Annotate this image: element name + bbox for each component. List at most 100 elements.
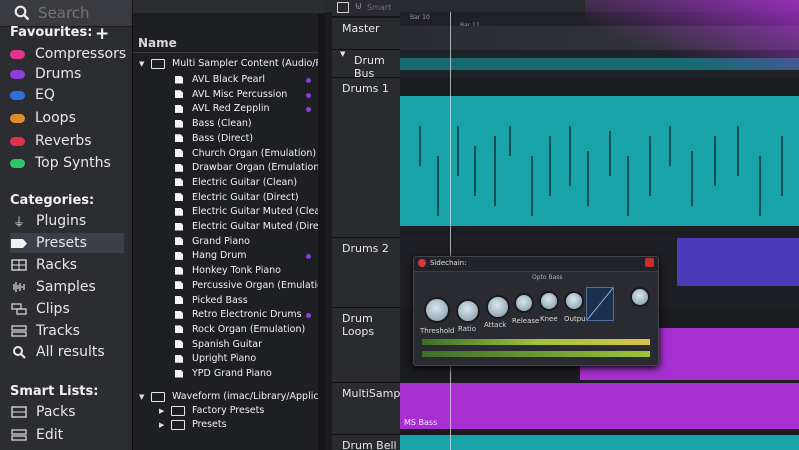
fav-loops[interactable]: Loops	[10, 110, 76, 126]
category-presets[interactable]: Presets	[10, 233, 124, 253]
preset-item[interactable]: Grand Piano	[175, 236, 250, 247]
release-knob[interactable]	[514, 293, 534, 313]
plugin-title-bar[interactable]: Sidechain:	[414, 257, 658, 272]
tree-root-folder[interactable]: ▼ Multi Sampler Content (Audio/P...	[139, 58, 329, 69]
preset-item[interactable]: Electric Guitar Muted (Clean)	[175, 206, 330, 217]
preset-item[interactable]: Upright Piano	[175, 353, 256, 364]
drums-1-lane[interactable]	[400, 78, 799, 239]
file-icon	[175, 296, 183, 304]
column-header-name[interactable]: Name	[133, 34, 326, 53]
folder-icon	[151, 391, 165, 402]
file-icon	[175, 266, 183, 275]
threshold-label: Threshold	[420, 327, 455, 335]
power-icon[interactable]	[418, 259, 426, 267]
color-tag-icon	[10, 113, 25, 123]
preset-item[interactable]: Spanish Guitar	[175, 339, 262, 350]
preset-item[interactable]: Honkey Tonk Piano	[175, 265, 281, 276]
file-icon	[175, 369, 183, 378]
preset-item[interactable]: Electric Guitar (Direct)	[175, 192, 299, 203]
drum-bus-lane[interactable]	[400, 50, 799, 79]
folder-icon	[171, 419, 185, 430]
preset-item[interactable]: Electric Guitar (Clean)	[175, 177, 297, 188]
multisampler-lane[interactable]: MS Bass	[400, 383, 799, 436]
preset-item[interactable]: Bass (Direct)	[175, 133, 253, 144]
smart-list-edit[interactable]: Edit	[10, 425, 124, 445]
track-multisampler[interactable]: MultiSampler	[332, 383, 415, 435]
file-icon	[175, 310, 183, 319]
output-meter	[422, 351, 650, 357]
transfer-curve-display	[586, 287, 614, 321]
preset-item[interactable]: Church Organ (Emulation)	[175, 148, 316, 159]
expand-down-icon: ▼	[139, 392, 145, 401]
preset-item[interactable]: YPD Grand Piano	[175, 368, 272, 379]
preset-item[interactable]: Rock Organ (Emulation)	[175, 324, 305, 335]
file-icon	[175, 104, 183, 113]
category-racks[interactable]: Racks	[10, 255, 124, 275]
track-drum-bus[interactable]: ▼ Drum Bus	[332, 50, 400, 80]
master-lane[interactable]	[400, 26, 799, 51]
favourites-title: Favourites:	[10, 25, 93, 40]
folder-icon	[151, 58, 165, 69]
tree-waveform-folder[interactable]: ▼ Waveform (imac/Library/Applica...	[139, 391, 333, 402]
preset-item[interactable]: Picked Bass	[175, 295, 248, 306]
file-icon	[175, 90, 183, 99]
favourite-dot-icon	[306, 107, 311, 113]
midi-clip[interactable]: MS Bass	[400, 383, 799, 429]
fav-eq[interactable]: EQ	[10, 87, 55, 103]
tracks-icon	[10, 324, 28, 338]
favourite-dot-icon	[306, 78, 311, 83]
tree-factory-presets-folder[interactable]: ▶ Factory Presets	[159, 405, 264, 416]
tree-presets-folder[interactable]: ▶ Presets	[159, 419, 227, 430]
ratio-knob[interactable]	[456, 299, 480, 323]
category-tracks[interactable]: Tracks	[10, 321, 124, 341]
preset-item[interactable]: Bass (Clean)	[175, 118, 252, 129]
attack-knob[interactable]	[486, 295, 510, 319]
snap-icon[interactable]: ⊍	[355, 1, 362, 12]
fav-top-synths[interactable]: Top Synths	[10, 155, 111, 171]
track-drums-1[interactable]: Drums 1	[332, 78, 400, 238]
output-knob[interactable]	[564, 291, 584, 311]
waveform-icon	[10, 280, 28, 294]
preset-item[interactable]: Drawbar Organ (Emulation)	[175, 162, 323, 173]
preset-item[interactable]: Percussive Organ (Emulation)	[175, 280, 333, 291]
favourite-dot-icon	[306, 254, 311, 260]
category-plugins[interactable]: ⏚ Plugins	[10, 211, 124, 231]
fav-reverbs[interactable]: Reverbs	[10, 133, 92, 149]
gain-knob[interactable]	[630, 287, 650, 307]
midi-clip[interactable]	[677, 238, 799, 286]
threshold-knob[interactable]	[424, 297, 450, 323]
window-icon[interactable]	[337, 2, 349, 13]
knee-knob[interactable]	[539, 291, 559, 311]
category-all-results[interactable]: All results	[10, 342, 124, 362]
track-drum-bell[interactable]: Drum Bell	[332, 435, 400, 450]
search-input[interactable]	[36, 3, 130, 23]
folder-icon	[171, 405, 185, 416]
category-clips[interactable]: Clips	[10, 299, 124, 319]
preset-item[interactable]: AVL Misc Percussion	[175, 89, 287, 100]
smart-list-packs[interactable]: Packs	[10, 402, 124, 422]
fav-compressors[interactable]: Compressors	[10, 46, 126, 62]
preset-selector[interactable]: Opto Bass	[532, 274, 563, 281]
timeline-ruler[interactable]: Bar 10 Bar 11	[400, 12, 799, 29]
track-drums-2[interactable]: Drums 2	[332, 238, 400, 308]
add-favourite-button[interactable]: +	[95, 26, 109, 43]
file-icon	[175, 222, 183, 231]
smart-toggle[interactable]: Smart	[367, 3, 391, 12]
fav-drums[interactable]: Drums	[10, 66, 81, 82]
preset-item[interactable]: Electric Guitar Muted (Direct)	[175, 221, 331, 232]
ratio-label: Ratio	[458, 325, 476, 333]
close-icon[interactable]	[645, 258, 654, 267]
preset-item[interactable]: Retro Electronic Drums	[175, 309, 302, 320]
playhead[interactable]	[450, 12, 451, 450]
color-tag-icon	[10, 49, 25, 59]
track-drum-loops[interactable]: Drum Loops	[332, 308, 400, 383]
compressor-plugin-window[interactable]: Sidechain: Opto Bass Threshold Ratio Att…	[413, 256, 659, 366]
search-bar[interactable]	[0, 0, 132, 27]
preset-item[interactable]: AVL Black Pearl	[175, 74, 265, 85]
bar-10-label: Bar 10	[410, 14, 430, 21]
preset-item[interactable]: AVL Red Zepplin	[175, 103, 269, 114]
preset-item[interactable]: Hang Drum	[175, 250, 247, 261]
category-samples[interactable]: Samples	[10, 277, 124, 297]
drum-bell-lane[interactable]	[400, 435, 799, 450]
track-master[interactable]: Master	[332, 18, 400, 50]
